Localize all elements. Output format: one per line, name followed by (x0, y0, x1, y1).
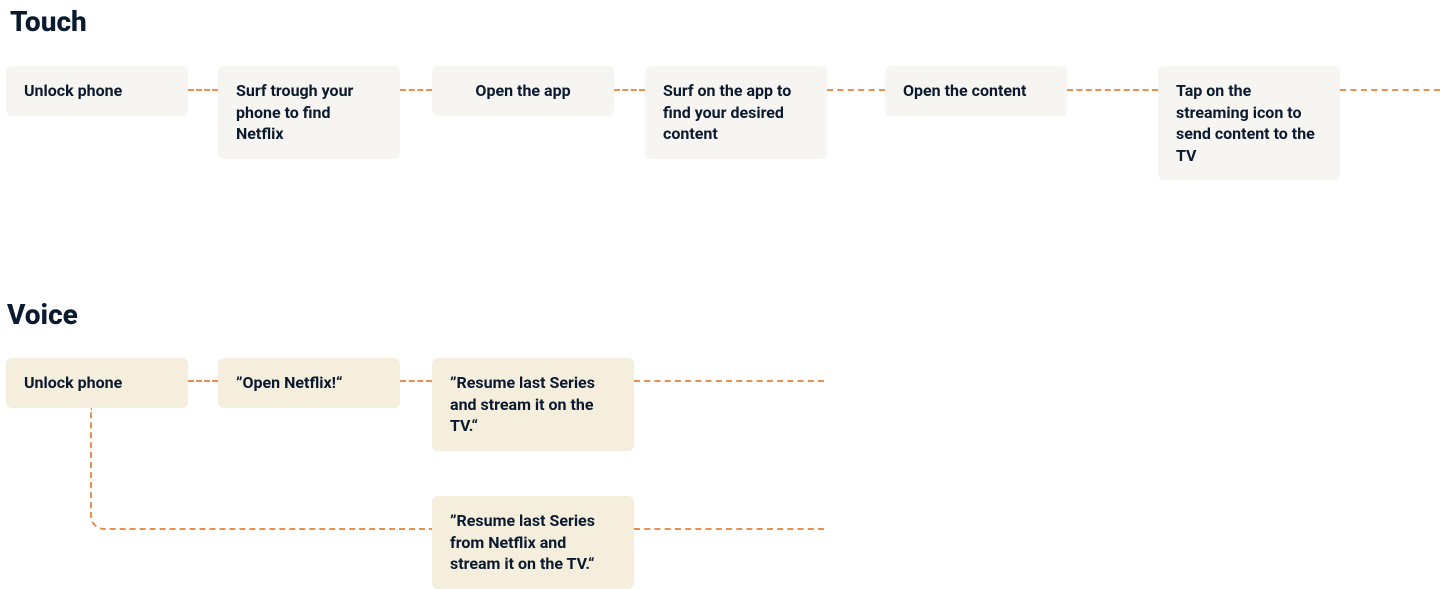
connector-line (1067, 89, 1158, 91)
touch-step: Unlock phone (6, 66, 188, 116)
voice-step: ”Open Netflix!“ (218, 358, 400, 408)
section-title-touch: Touch (10, 5, 87, 38)
connector-line (614, 89, 645, 91)
connector-line (827, 89, 885, 91)
touch-step: Open the content (885, 66, 1067, 116)
connector-branch (90, 408, 432, 530)
connector-line (188, 89, 218, 91)
connector-line (634, 528, 824, 530)
section-title-voice: Voice (7, 298, 78, 331)
connector-line (1340, 89, 1440, 91)
connector-line (400, 380, 432, 382)
voice-step: ”Resume last Series and stream it on the… (432, 358, 634, 451)
connector-line (188, 380, 218, 382)
touch-step: Surf trough your phone to find Netflix (218, 66, 400, 159)
touch-step: Open the app (432, 66, 614, 116)
voice-step: Unlock phone (6, 358, 188, 408)
touch-step: Surf on the app to find your desired con… (645, 66, 827, 159)
connector-line (400, 89, 432, 91)
connector-line (634, 380, 824, 382)
voice-step-alt: ”Resume last Series from Netflix and str… (432, 496, 634, 589)
touch-step: Tap on the streaming icon to send conten… (1158, 66, 1340, 180)
